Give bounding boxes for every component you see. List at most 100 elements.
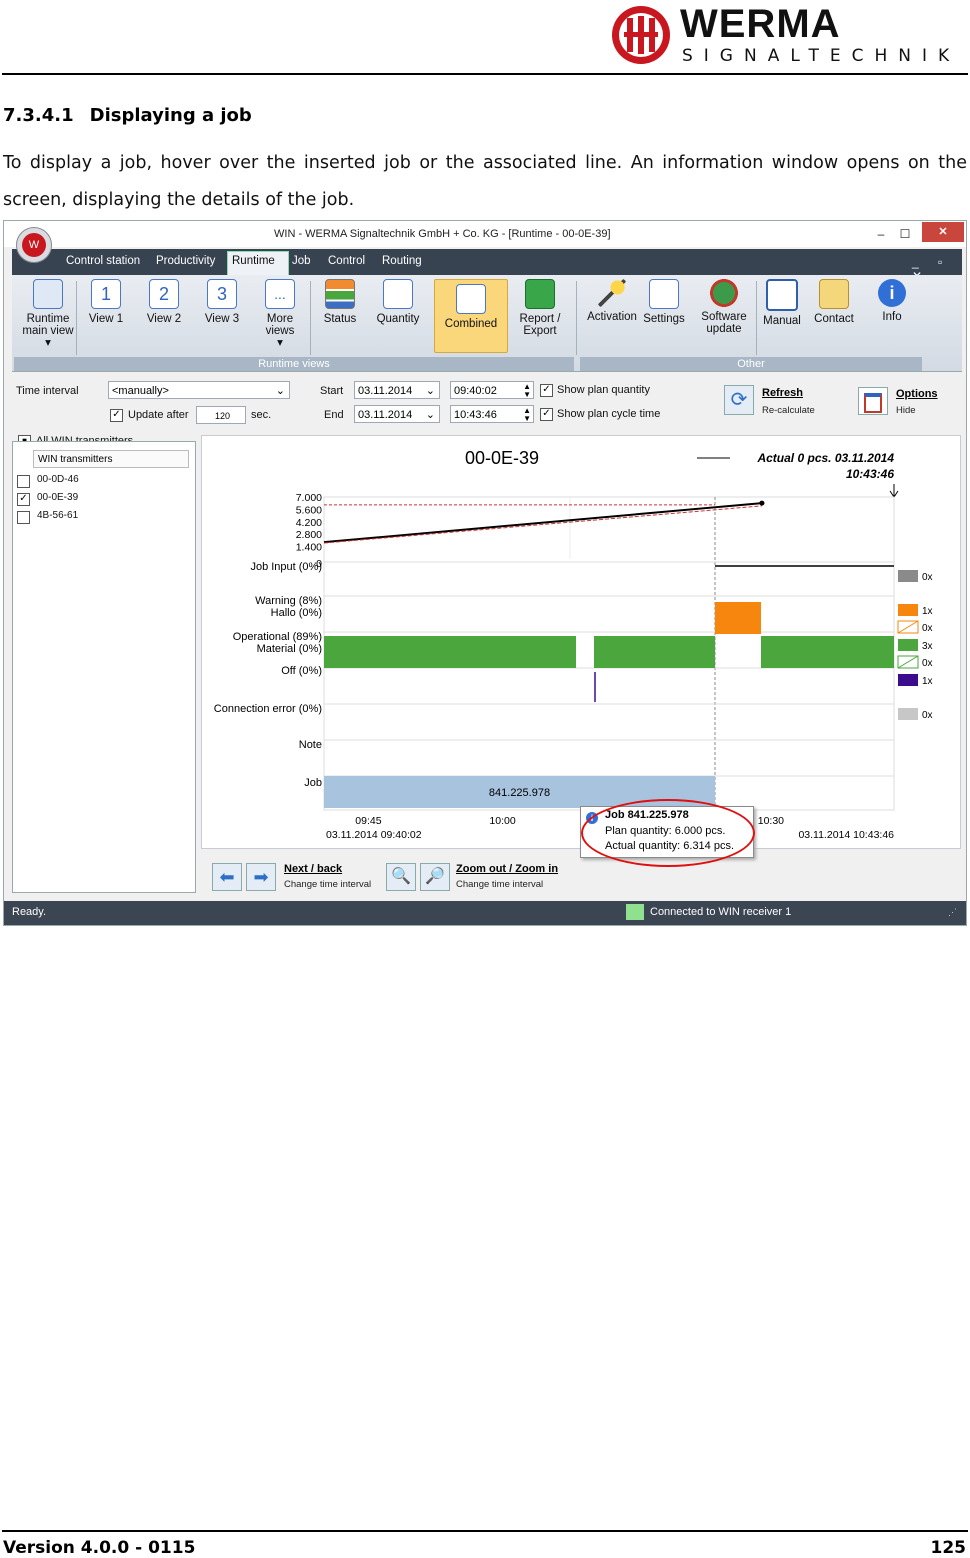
update-after-input[interactable]: 120 — [196, 406, 246, 424]
activation-button[interactable]: Activation — [584, 279, 640, 323]
tab-job[interactable]: Job — [292, 255, 311, 267]
legend-connection-error-swatch — [898, 708, 918, 720]
app-orb-icon[interactable]: W — [16, 227, 52, 263]
report-export-button[interactable]: Report / Export — [512, 279, 568, 337]
tab-productivity[interactable]: Productivity — [156, 255, 215, 267]
magic-wand-icon — [598, 279, 626, 307]
software-update-button[interactable]: Software update — [696, 279, 752, 335]
werma-orb-icon: W — [22, 233, 46, 257]
list-item[interactable]: 4B-56-61 — [37, 510, 78, 521]
button-label: Info — [882, 311, 902, 323]
spinner-icon[interactable]: ▲ ▼ — [523, 383, 531, 399]
info-button[interactable]: i Info — [864, 279, 920, 323]
legend-off-count: 1x — [922, 676, 933, 687]
job-bar-label: 841.225.978 — [489, 787, 550, 799]
start-time-input[interactable]: 09:40:02 ▲ ▼ — [450, 381, 534, 399]
view-2-button[interactable]: 2 View 2 — [136, 279, 192, 325]
manual-button[interactable]: Manual — [754, 279, 810, 327]
resize-grip-icon[interactable]: ⋰ — [948, 907, 957, 918]
x-tick-label: 10:00 — [489, 815, 515, 827]
status-connected: Connected to WIN receiver 1 — [650, 906, 792, 918]
view-3-button[interactable]: 3 View 3 — [194, 279, 250, 325]
seconds-label: sec. — [251, 409, 272, 421]
time-interval-label: Time interval — [16, 385, 79, 397]
tab-control[interactable]: Control — [328, 255, 365, 267]
tab-runtime[interactable]: Runtime — [232, 255, 275, 267]
operational-bar — [594, 636, 715, 668]
button-label: Status — [323, 313, 357, 325]
time-interval-select[interactable]: <manually> ⌄ — [108, 381, 290, 399]
status-ready: Ready. — [12, 906, 47, 918]
legend-operational-swatch — [898, 639, 918, 651]
list-item[interactable]: 00-0D-46 — [37, 474, 79, 485]
zoom-in-icon[interactable]: 🔎 — [420, 863, 450, 891]
transmitter-checkbox[interactable] — [17, 511, 30, 524]
update-after-label: Update after — [128, 409, 189, 421]
y-tick-label: 4.200 — [296, 517, 322, 529]
section-number: 7.3.4.1 — [3, 105, 74, 126]
transmitter-checkbox[interactable]: ✓ — [17, 493, 30, 506]
show-plan-quantity-label: Show plan quantity — [557, 384, 650, 396]
y-tick-label: 5.600 — [296, 504, 322, 516]
zoom-out-icon[interactable]: 🔍 — [386, 863, 416, 891]
start-label: Start — [320, 385, 344, 397]
runtime-main-view-button[interactable]: Runtime main view ▾ — [20, 279, 76, 349]
more-views-button[interactable]: ... More views ▾ — [252, 279, 308, 349]
settings-button[interactable]: Settings — [636, 279, 692, 325]
annotation-text: Actual 0 pcs. 03.11.2014 — [756, 451, 894, 465]
button-label: Runtime — [26, 313, 70, 325]
show-plan-cycle-time-checkbox[interactable]: ✓ — [540, 408, 553, 421]
tab-control-station[interactable]: Control station — [66, 255, 140, 267]
refresh-icon[interactable]: ⟳ — [724, 385, 754, 415]
contact-button[interactable]: Contact — [806, 279, 862, 325]
section-heading: 7.3.4.1 Displaying a job — [3, 105, 252, 126]
plan-quantity-line — [323, 505, 762, 544]
end-date-input[interactable]: 03.11.2014 ⌄ — [354, 405, 440, 423]
brand-subtitle: SIGNALTECHNIK — [682, 46, 961, 66]
refresh-link[interactable]: Refresh — [762, 387, 803, 399]
row-label-hallo: Hallo (0%) — [271, 607, 322, 619]
minimize-button[interactable]: – — [870, 225, 892, 243]
button-label: Combined — [444, 318, 498, 330]
zoom-link[interactable]: Zoom out / Zoom in — [456, 863, 558, 875]
list-column-header[interactable]: WIN transmitters — [33, 450, 189, 468]
button-label: views — [265, 325, 295, 337]
tab-routing[interactable]: Routing — [382, 255, 422, 267]
row-label-off: Off (0%) — [281, 665, 322, 677]
operational-bar — [761, 636, 894, 668]
brand-name: WERMA — [680, 2, 841, 46]
next-back-link[interactable]: Next / back — [284, 863, 342, 875]
quantity-button[interactable]: Quantity — [370, 279, 426, 325]
legend-job-input-swatch — [898, 570, 918, 582]
highlight-ellipse — [581, 799, 755, 867]
recalculate-label: Re-calculate — [762, 405, 815, 416]
ribbon-group-runtime-views: Runtime views — [14, 357, 574, 371]
update-after-checkbox[interactable]: ✓ — [110, 409, 123, 422]
show-plan-cycle-time-label: Show plan cycle time — [557, 408, 661, 420]
next-arrow-icon[interactable]: ➡ — [246, 863, 276, 891]
spinner-icon[interactable]: ▲ ▼ — [523, 407, 531, 423]
end-time-input[interactable]: 10:43:46 ▲ ▼ — [450, 405, 534, 423]
row-label-material: Material (0%) — [257, 643, 322, 655]
list-item[interactable]: 00-0E-39 — [37, 492, 78, 503]
close-button[interactable]: ✕ — [922, 222, 964, 242]
start-date-input[interactable]: 03.11.2014 ⌄ — [354, 381, 440, 399]
ribbon: Runtime views Other Runtime main view ▾ … — [12, 275, 962, 372]
dropdown-arrow-icon: ▾ — [277, 337, 283, 349]
x-tick-label: 10:30 — [758, 815, 784, 827]
combined-button[interactable]: Combined — [434, 279, 508, 353]
annotation-time: 10:43:46 — [846, 467, 894, 481]
werma-logo-icon — [612, 6, 670, 64]
chart-panel: 00-0E-39 Actual 0 pcs. 03.11.2014 10:43:46… — [201, 435, 961, 849]
status-button[interactable]: Status — [312, 279, 368, 325]
open-book-icon — [766, 279, 798, 311]
options-icon[interactable] — [858, 387, 888, 415]
maximize-button[interactable]: ☐ — [894, 225, 916, 243]
options-link[interactable]: Options — [896, 388, 938, 400]
x-range-start: 03.11.2014 09:40:02 — [326, 829, 422, 841]
show-plan-quantity-checkbox[interactable]: ✓ — [540, 384, 553, 397]
back-arrow-icon[interactable]: ⬅ — [212, 863, 242, 891]
transmitter-checkbox[interactable] — [17, 475, 30, 488]
view-1-button[interactable]: 1 View 1 — [78, 279, 134, 325]
footer-version: Version 4.0.0 - 0115 — [3, 1538, 196, 1558]
